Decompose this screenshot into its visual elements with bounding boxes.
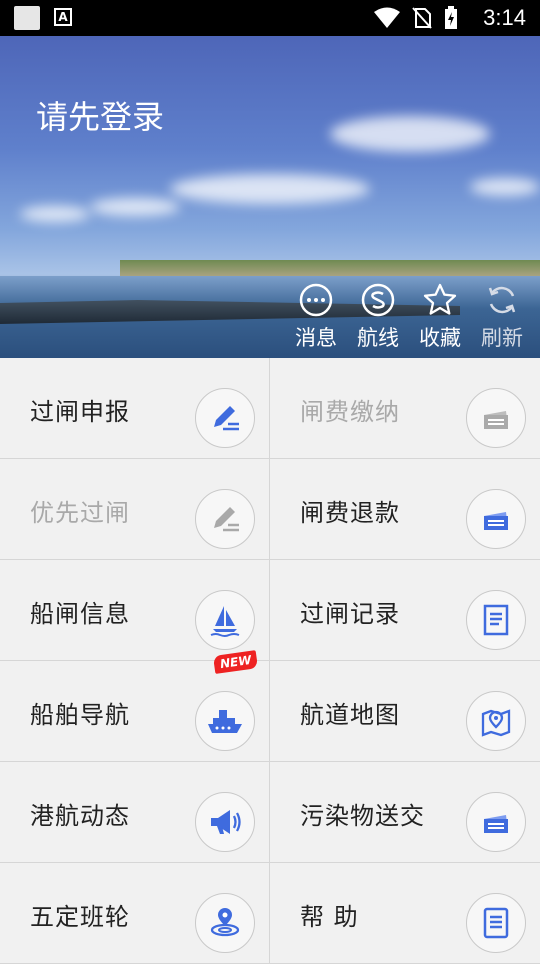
- cloud: [20, 206, 90, 222]
- menu-item-label: 船舶导航: [30, 701, 130, 729]
- menu-item-label: 过闸申报: [30, 398, 130, 426]
- menu-item-priority-passage[interactable]: 优先过闸: [0, 459, 269, 559]
- cloud: [330, 116, 490, 152]
- routes-button[interactable]: 航线: [354, 282, 402, 352]
- notification-square-icon: [14, 6, 40, 30]
- favorites-button[interactable]: 收藏: [416, 282, 464, 352]
- refresh-label: 刷新: [481, 326, 523, 350]
- menu-item-label: 航道地图: [300, 701, 400, 729]
- card-icon: [466, 388, 526, 448]
- menu-item-label: 优先过闸: [30, 499, 130, 527]
- messages-label: 消息: [295, 326, 337, 350]
- menu-item-lock-fee-refund[interactable]: 闸费退款: [269, 459, 540, 559]
- refresh-icon: [488, 286, 516, 314]
- menu-row: 船舶导航 NEW 航道地图: [0, 650, 540, 762]
- menu-item-label: 五定班轮: [30, 903, 130, 931]
- receipt-icon: [466, 590, 526, 650]
- menu-row: 优先过闸 闸费退款: [0, 459, 540, 560]
- status-icons: [374, 6, 458, 30]
- cloud: [90, 198, 180, 216]
- messages-button[interactable]: 消息: [292, 282, 340, 352]
- menu-item-channel-map[interactable]: 航道地图: [269, 661, 540, 761]
- menu-item-label: 闸费缴纳: [300, 398, 400, 426]
- menu-item-port-news[interactable]: 港航动态: [0, 762, 269, 862]
- menu-row: 五定班轮 帮 助: [0, 863, 540, 964]
- map-pin-icon: [466, 691, 526, 751]
- wifi-icon: [374, 7, 400, 28]
- menu-item-scheduled-liners[interactable]: 五定班轮: [0, 863, 269, 963]
- route-icon: [361, 283, 395, 317]
- keyboard-a-icon: A: [54, 8, 72, 26]
- refresh-button[interactable]: 刷新: [478, 282, 526, 352]
- card-icon: [466, 792, 526, 852]
- menu-item-pollutant-delivery[interactable]: 污染物送交: [269, 762, 540, 862]
- cloud: [470, 178, 540, 196]
- menu-item-label: 帮 助: [300, 903, 359, 931]
- card-icon: [466, 489, 526, 549]
- menu-row: 港航动态 污染物送交: [0, 762, 540, 863]
- status-bar: A 3:14: [0, 0, 540, 36]
- cloud: [170, 174, 370, 204]
- menu-grid: 过闸申报 闸费缴纳 优先过闸 闸费退款 船闸信息 过闸记录 船舶导航 NEW 航…: [0, 358, 540, 964]
- menu-row: 过闸申报 闸费缴纳: [0, 358, 540, 459]
- ship-icon: [195, 691, 255, 751]
- menu-item-ship-navigation[interactable]: 船舶导航 NEW: [0, 650, 269, 761]
- menu-row: 船闸信息 过闸记录: [0, 560, 540, 661]
- menu-item-label: 船闸信息: [30, 600, 130, 628]
- menu-item-lock-fee-payment[interactable]: 闸费缴纳: [269, 358, 540, 458]
- document-icon: [466, 893, 526, 953]
- routes-label: 航线: [357, 326, 399, 350]
- message-icon: [299, 283, 333, 317]
- favorites-label: 收藏: [419, 326, 461, 350]
- megaphone-icon: [195, 792, 255, 852]
- menu-item-lock-info[interactable]: 船闸信息: [0, 560, 269, 660]
- header-actions: 消息 航线 收藏 刷新: [292, 282, 526, 352]
- menu-item-label: 闸费退款: [300, 499, 400, 527]
- edit-pen-icon: [195, 489, 255, 549]
- menu-item-lock-declaration[interactable]: 过闸申报: [0, 358, 269, 458]
- header-banner: 请先登录 消息 航线 收藏 刷新: [0, 36, 540, 358]
- menu-item-label: 过闸记录: [300, 600, 400, 628]
- edit-pen-icon: [195, 388, 255, 448]
- login-prompt[interactable]: 请先登录: [36, 92, 164, 138]
- star-icon: [423, 283, 457, 315]
- location-icon: [195, 893, 255, 953]
- sailboat-icon: [195, 590, 255, 650]
- menu-item-passage-records[interactable]: 过闸记录: [269, 560, 540, 660]
- menu-item-label: 污染物送交: [300, 802, 425, 830]
- no-sim-icon: [412, 7, 432, 29]
- menu-item-label: 港航动态: [30, 802, 130, 830]
- battery-charging-icon: [445, 6, 457, 29]
- clock: 3:14: [483, 5, 526, 30]
- menu-item-help[interactable]: 帮 助: [269, 863, 540, 963]
